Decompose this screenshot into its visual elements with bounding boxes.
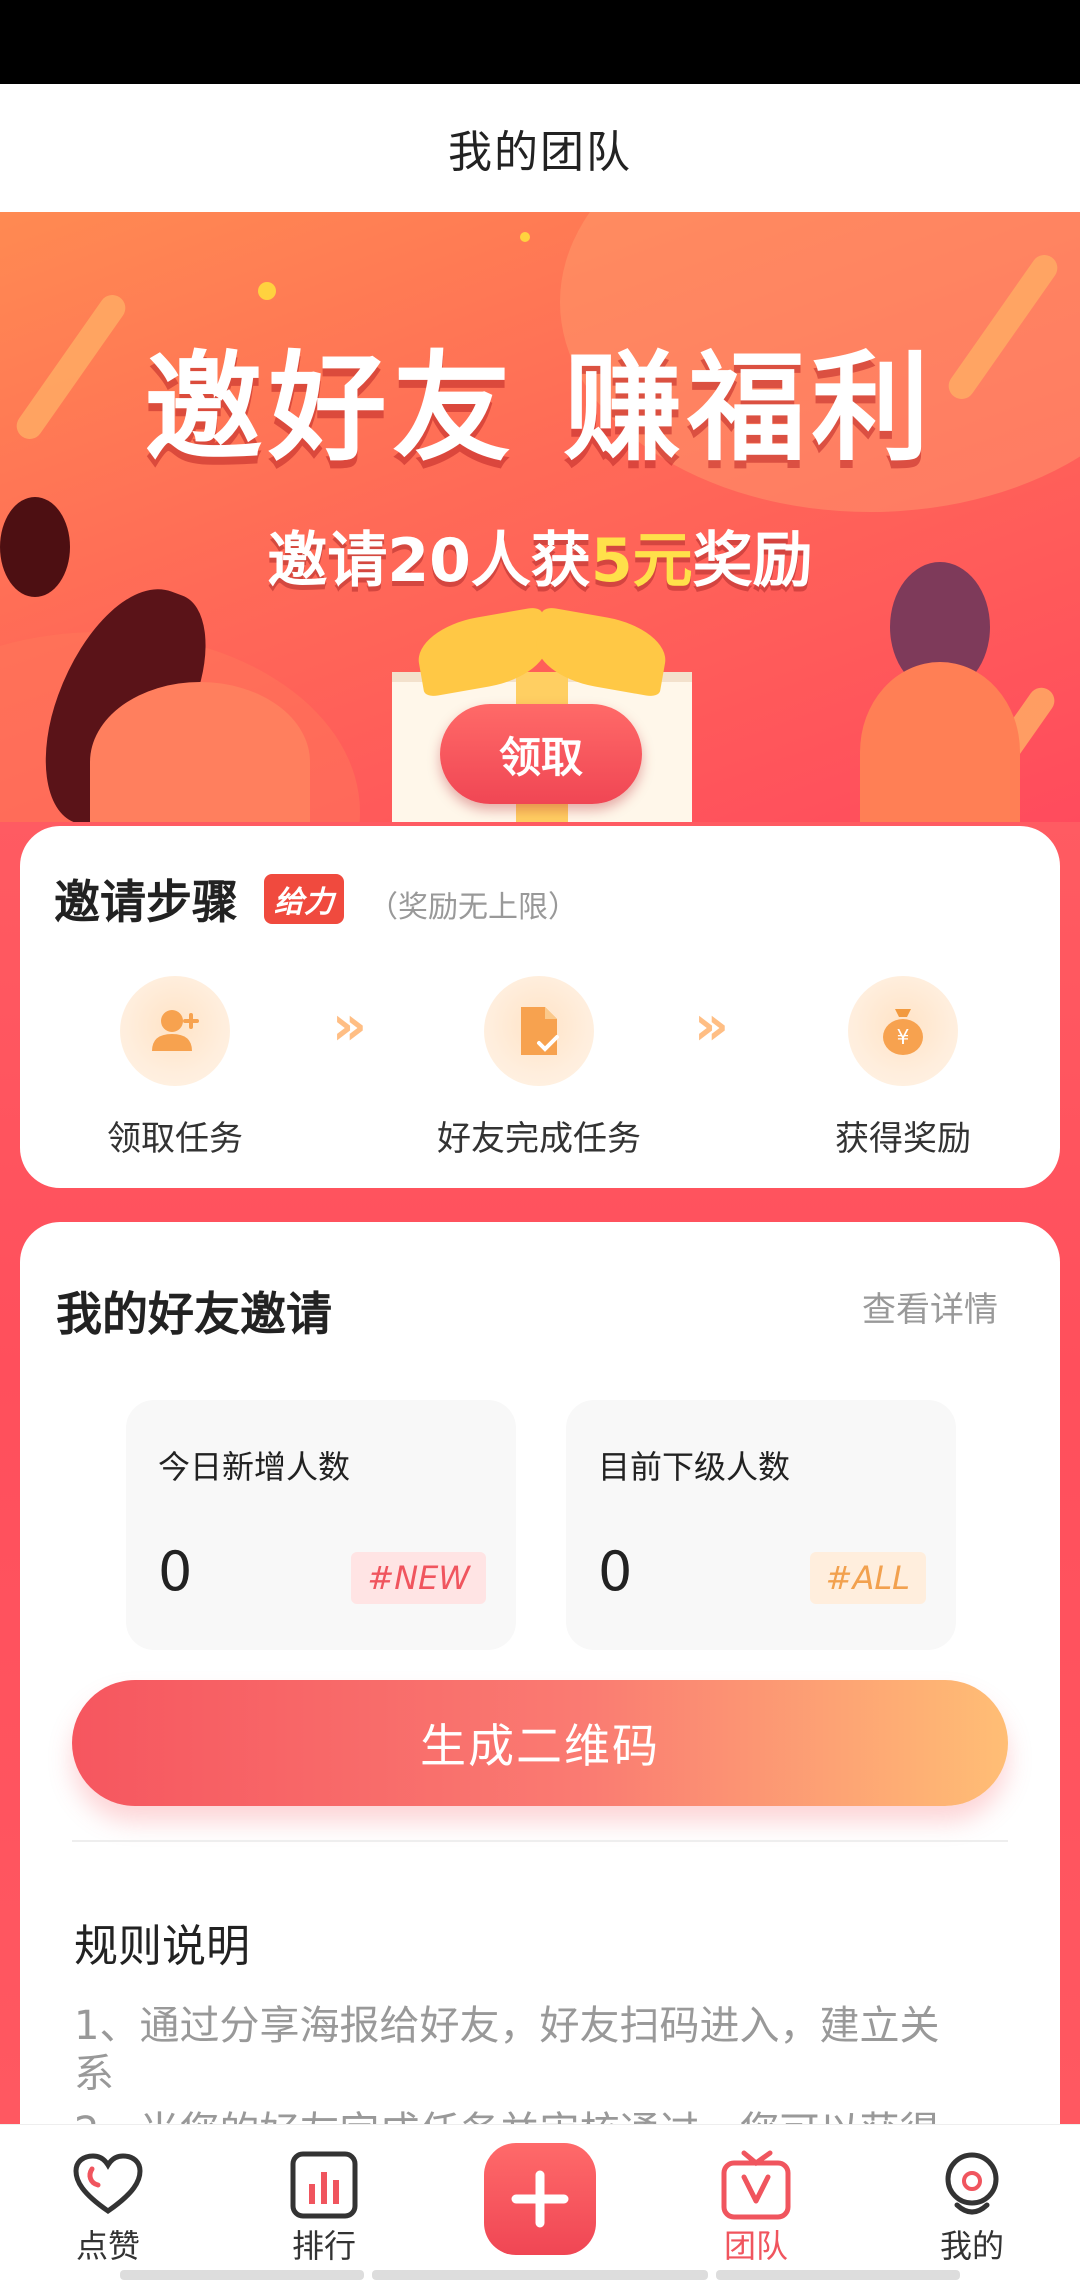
document-check-icon [484, 976, 594, 1086]
tab-label: 团队 [723, 2227, 788, 2265]
plus-icon[interactable] [484, 2143, 596, 2255]
tab-ranking[interactable]: 排行 [254, 2145, 394, 2275]
banner-headline: 邀好友 赚福利 [144, 339, 936, 477]
stat-today-new: 今日新增人数 0 #NEW [126, 1400, 516, 1650]
system-nav-hint [120, 2270, 364, 2280]
generate-qr-button[interactable]: 生成二维码 [72, 1680, 1008, 1806]
stat-tag: #ALL [809, 1552, 926, 1604]
banner-subtitle-prefix: 邀请20人获 [267, 526, 591, 596]
tab-like[interactable]: 点赞 [38, 2145, 178, 2275]
user-plus-icon [120, 976, 230, 1086]
mascot-icon [932, 2145, 1012, 2225]
tab-label: 我的 [939, 2227, 1004, 2265]
svg-text:¥: ¥ [897, 1025, 910, 1049]
banner-subtitle: 邀请20人获5元奖励 [0, 512, 1080, 599]
divider [72, 1840, 1008, 1842]
stat-value: 0 [158, 1540, 193, 1603]
rules-title: 规则说明 [74, 1921, 250, 1972]
invite-steps-card: 邀请步骤 给力 （奖励无上限） 领取任务 » 好友完成任务 » ¥ 获得奖励 [20, 826, 1060, 1188]
stat-label: 今日新增人数 [158, 1448, 351, 1486]
rule-text: 1、通过分享海报给好友，好友扫码进入，建立关 [74, 2003, 940, 2049]
steps-note: （奖励无上限） [368, 890, 578, 925]
tab-label: 点赞 [75, 2227, 140, 2265]
arrow-right-icon: » [332, 994, 367, 1057]
tab-label: 排行 [291, 2227, 356, 2265]
stat-tag: #NEW [351, 1552, 486, 1604]
invite-title: 我的好友邀请 [56, 1287, 332, 1341]
tv-v-icon [716, 2145, 796, 2225]
rule-text: 系 [74, 2051, 114, 2097]
top-navbar: 我的团队 [0, 84, 1080, 212]
stat-label: 目前下级人数 [598, 1448, 791, 1486]
status-bar [0, 0, 1080, 84]
step-label: 领取任务 [107, 1119, 243, 1159]
page-title: 我的团队 [448, 127, 632, 178]
banner-decor-dot [258, 282, 276, 300]
friend-invite-card: 我的好友邀请 查看详情 今日新增人数 0 #NEW 目前下级人数 0 #ALL … [20, 1222, 1060, 2280]
system-nav-hint [716, 2270, 960, 2280]
stat-downline-total: 目前下级人数 0 #ALL [566, 1400, 956, 1650]
system-nav-hint [372, 2270, 708, 2280]
arrow-right-icon: » [694, 994, 729, 1057]
claim-button[interactable]: 领取 [440, 704, 642, 804]
status-badge: 给力 [264, 874, 344, 924]
view-detail-link[interactable]: 查看详情 [862, 1282, 998, 1331]
stat-value: 0 [598, 1540, 633, 1603]
promo-banner[interactable]: 邀好友 赚福利 邀请20人获5元奖励 领取 [0, 212, 1080, 822]
step-label: 好友完成任务 [437, 1119, 641, 1159]
steps-title: 邀请步骤 [54, 875, 238, 929]
tab-mine[interactable]: 我的 [902, 2145, 1042, 2275]
woman-illustration [860, 662, 1020, 822]
banner-subtitle-amount: 5元 [590, 526, 693, 596]
step-label: 获得奖励 [835, 1119, 971, 1159]
heart-icon [68, 2145, 148, 2225]
banner-decor-dot [520, 232, 530, 242]
money-bag-icon: ¥ [848, 976, 958, 1086]
app-root: 我的团队 邀好友 赚福利 邀请20人获5元奖励 领取 邀请步骤 给力 （奖励无上… [0, 0, 1080, 2280]
banner-subtitle-suffix: 奖励 [692, 526, 813, 596]
tab-team[interactable]: 团队 [686, 2145, 826, 2275]
bar-chart-icon [284, 2145, 364, 2225]
bottom-tab-bar: 点赞 排行 团队 我的 [0, 2124, 1080, 2280]
